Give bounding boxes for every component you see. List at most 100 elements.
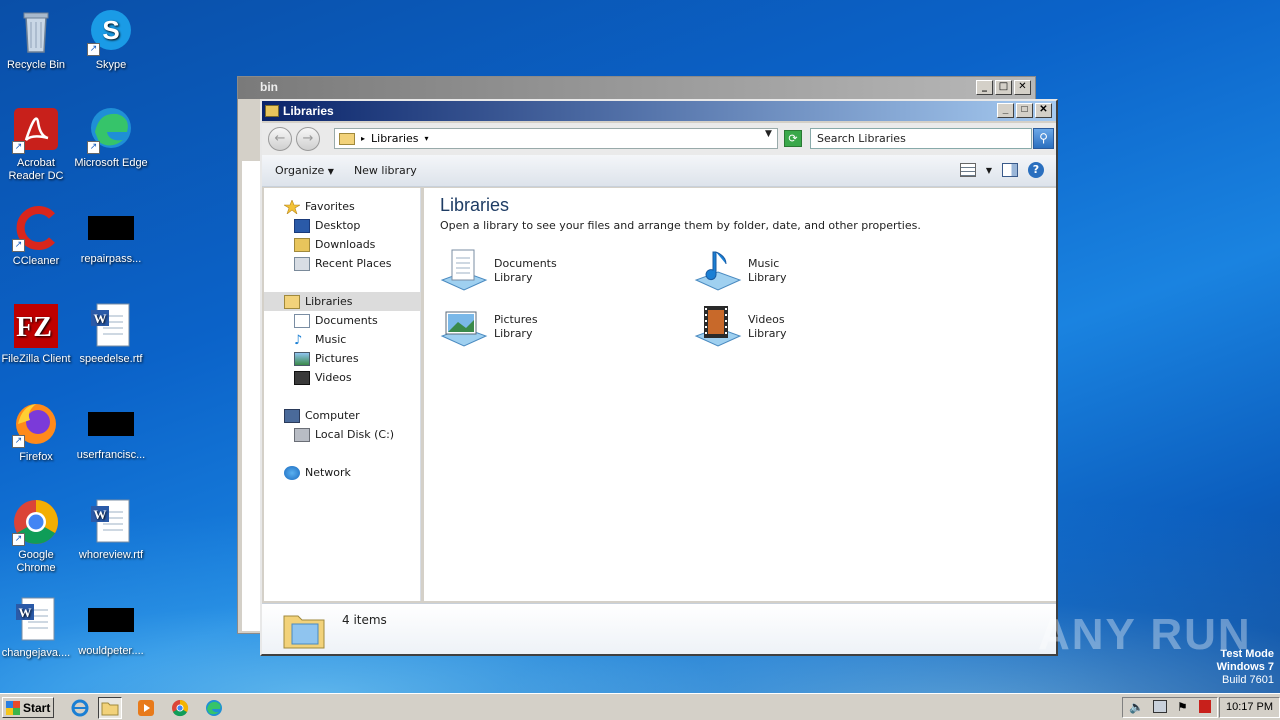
organize-menu[interactable]: Organize ▼ — [275, 164, 334, 177]
taskbar-edge-icon[interactable] — [202, 697, 226, 719]
volume-icon[interactable]: 🔈 — [1129, 700, 1144, 714]
nav-desktop[interactable]: Desktop — [294, 216, 360, 235]
desktop-icon-edge[interactable]: ↗ Microsoft Edge — [73, 106, 149, 170]
shortcut-arrow-icon: ↗ — [87, 141, 100, 154]
redacted-icon — [88, 216, 134, 240]
recent-places-icon — [294, 256, 310, 271]
desktop-icon-changejava[interactable]: W changejava.... — [0, 596, 74, 660]
library-videos[interactable]: Videos Library — [694, 304, 934, 352]
svg-text:W: W — [94, 311, 107, 326]
taskbar-explorer-icon[interactable] — [98, 697, 122, 719]
music-library-icon — [694, 248, 742, 294]
taskbar-ie-icon[interactable] — [68, 697, 92, 719]
libraries-window[interactable]: Libraries _ □ ✕ ← → ▸ Libraries ▾ ▼ ⟳ Se… — [260, 99, 1058, 656]
chevron-down-icon[interactable]: ▾ — [425, 134, 429, 143]
taskbar-chrome-icon[interactable] — [168, 697, 192, 719]
svg-text:FZ: FZ — [16, 312, 52, 343]
system-tray: 🔈 ⚑ — [1122, 697, 1218, 718]
close-button[interactable]: ✕ — [1035, 103, 1052, 118]
library-documents[interactable]: Documents Library — [440, 248, 680, 296]
word-doc-icon: W — [87, 498, 135, 546]
desktop-icon-wouldpeter[interactable]: wouldpeter.... — [73, 596, 149, 658]
firefox-icon: ↗ — [12, 400, 60, 448]
preview-pane-icon[interactable] — [1002, 163, 1018, 177]
minimize-button[interactable]: _ — [976, 80, 993, 95]
network-tray-icon[interactable] — [1153, 700, 1167, 713]
breadcrumb-libraries[interactable]: Libraries — [371, 132, 419, 145]
desktop-icon-speedelse[interactable]: W speedelse.rtf — [73, 302, 149, 366]
desktop-icon-ccleaner[interactable]: ↗ CCleaner — [0, 204, 74, 268]
hard-drive-icon — [294, 427, 310, 442]
minimize-button[interactable]: _ — [997, 103, 1014, 118]
desktop-icon-recycle-bin[interactable]: Recycle Bin — [0, 8, 74, 72]
nav-local-disk[interactable]: Local Disk (C:) — [294, 425, 394, 444]
nav-videos[interactable]: Videos — [294, 368, 352, 387]
redacted-icon — [88, 412, 134, 436]
desktop-icon-filezilla[interactable]: FZ FileZilla Client — [0, 302, 74, 366]
nav-documents[interactable]: Documents — [294, 311, 378, 330]
tray-app-icon[interactable] — [1199, 700, 1211, 713]
desktop-icon-firefox[interactable]: ↗ Firefox — [0, 400, 74, 464]
libraries-icon — [284, 294, 300, 309]
content-pane: Libraries Open a library to see your fil… — [424, 188, 1056, 601]
nav-libraries[interactable]: Libraries — [284, 292, 353, 311]
pictures-library-icon — [440, 304, 488, 350]
action-center-flag-icon[interactable]: ⚑ — [1177, 700, 1188, 714]
library-pictures[interactable]: Pictures Library — [440, 304, 680, 352]
acrobat-icon: ↗ — [12, 106, 60, 154]
command-bar: Organize ▼ New library ▼ ? — [262, 155, 1056, 187]
taskbar: Start 🔈 ⚑ 10:17 PM — [0, 693, 1280, 720]
close-button[interactable]: ✕ — [1014, 80, 1031, 95]
nav-recent-places[interactable]: Recent Places — [294, 254, 392, 273]
chevron-down-icon[interactable]: ▼ — [986, 166, 992, 175]
network-icon — [284, 465, 300, 480]
document-icon — [294, 313, 310, 328]
desktop-icon-whoreview[interactable]: W whoreview.rtf — [73, 498, 149, 562]
desktop-icon-skype[interactable]: S ↗ Skype — [73, 8, 149, 72]
nav-pictures[interactable]: Pictures — [294, 349, 359, 368]
shortcut-arrow-icon: ↗ — [12, 533, 25, 546]
desktop-icon-repairpass[interactable]: repairpass... — [73, 204, 149, 266]
nav-downloads[interactable]: Downloads — [294, 235, 375, 254]
nav-favorites[interactable]: Favorites — [282, 197, 355, 216]
folder-icon — [265, 105, 279, 117]
back-button[interactable]: ← — [268, 127, 292, 151]
libraries-folder-icon — [339, 132, 355, 145]
search-icon[interactable]: ⚲ — [1033, 128, 1054, 149]
music-note-icon: ♪ — [294, 332, 303, 348]
forward-button[interactable]: → — [296, 127, 320, 151]
start-button[interactable]: Start — [2, 697, 54, 718]
address-bar[interactable]: ▸ Libraries ▾ — [334, 128, 778, 149]
edge-icon: ↗ — [87, 106, 135, 154]
library-music[interactable]: Music Library — [694, 248, 934, 296]
refresh-button[interactable]: ⟳ — [784, 130, 802, 147]
window-titlebar[interactable]: Libraries _ □ ✕ — [262, 101, 1056, 121]
new-library-button[interactable]: New library — [354, 164, 417, 177]
address-history-dropdown[interactable]: ▼ — [765, 129, 772, 139]
desktop-icon — [294, 218, 310, 233]
taskbar-media-player-icon[interactable] — [134, 697, 158, 719]
bin-window-title: bin — [238, 77, 1035, 99]
svg-text:W: W — [19, 605, 32, 620]
picture-icon — [294, 351, 310, 366]
nav-network[interactable]: Network — [284, 463, 351, 482]
windows-logo-icon — [6, 700, 20, 715]
search-input[interactable]: Search Libraries — [810, 128, 1032, 149]
content-heading: Libraries — [440, 195, 510, 215]
clock[interactable]: 10:17 PM — [1219, 697, 1280, 718]
view-options-icon[interactable] — [959, 163, 976, 177]
desktop-icon-userfrancisc[interactable]: userfrancisc... — [73, 400, 149, 462]
computer-icon — [284, 408, 300, 423]
desktop-icon-chrome[interactable]: ↗ Google Chrome — [0, 498, 74, 575]
svg-text:S: S — [102, 15, 119, 45]
desktop-icon-acrobat[interactable]: ↗ Acrobat Reader DC — [0, 106, 74, 183]
test-mode-watermark: Test Mode Windows 7 Build 7601 — [1216, 648, 1274, 686]
help-icon[interactable]: ? — [1028, 162, 1044, 178]
chevron-down-icon: ▼ — [327, 167, 334, 176]
nav-computer[interactable]: Computer — [284, 406, 360, 425]
maximize-button[interactable]: □ — [1016, 103, 1033, 118]
nav-music[interactable]: ♪ Music — [294, 330, 346, 349]
ccleaner-icon: ↗ — [12, 204, 60, 252]
maximize-button[interactable]: □ — [995, 80, 1012, 95]
star-icon — [282, 198, 302, 215]
